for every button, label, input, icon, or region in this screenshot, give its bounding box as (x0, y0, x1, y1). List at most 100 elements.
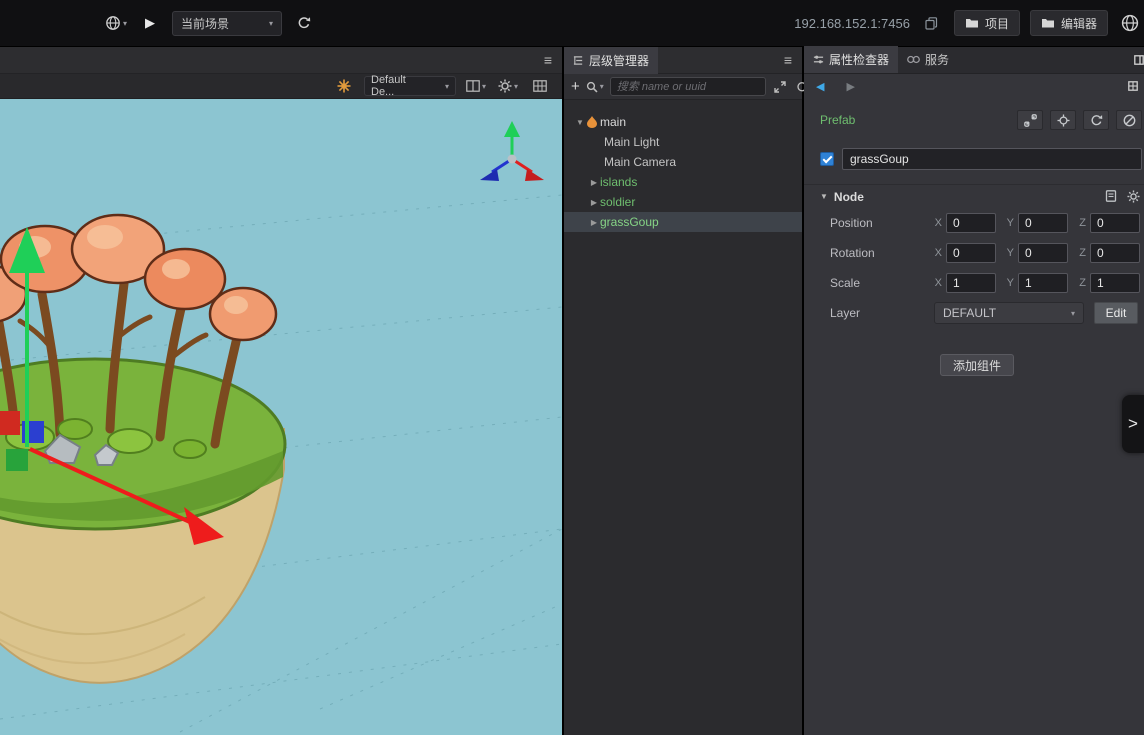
preview-play-button[interactable]: ▶ (138, 11, 162, 35)
node-name-input[interactable] (842, 148, 1142, 170)
refresh-icon (298, 17, 311, 29)
node-section-label: Node (833, 189, 864, 204)
copy-icon (925, 16, 938, 30)
tree-item-label: islands (600, 175, 638, 189)
inspector-extra-button[interactable] (1128, 81, 1138, 91)
caret-down-icon: ▾ (513, 81, 518, 91)
scene-camera-select[interactable]: Default De... ▾ (364, 74, 456, 98)
gear-icon[interactable] (1127, 190, 1140, 203)
view-layout-icon (466, 80, 480, 92)
collapse-arrow-icon[interactable]: ▼ (574, 118, 586, 127)
scale-z-input[interactable] (1090, 273, 1140, 293)
property-row-layer: Layer DEFAULT ▾ Edit (804, 298, 1144, 328)
tab-service[interactable]: 服务 (898, 46, 958, 73)
axis-z-label: Z (1079, 217, 1086, 229)
globe-icon (1121, 14, 1139, 32)
tree-item-main[interactable]: ▼ main (564, 112, 802, 132)
caret-down-icon: ▾ (444, 81, 449, 91)
layer-select[interactable]: DEFAULT ▾ (934, 302, 1084, 324)
axis-x-label: X (934, 247, 942, 259)
axis-y-label: Y (1006, 217, 1014, 229)
prefab-update-button[interactable] (1083, 110, 1109, 130)
collapse-arrow-icon[interactable]: ▶ (588, 218, 600, 227)
language-globe-button[interactable] (1118, 11, 1142, 35)
collapse-arrow-icon[interactable]: ▶ (588, 178, 600, 187)
preview-scene-select[interactable]: 当前场景 ▾ (172, 10, 282, 36)
grid-toggle-button[interactable] (528, 74, 552, 98)
history-forward-button[interactable]: ▶ (846, 80, 854, 93)
scale-x-input[interactable] (946, 273, 996, 293)
property-row-position: Position X Y Z (804, 208, 1144, 238)
rotation-x-input[interactable] (946, 243, 996, 263)
caret-down-icon: ▾ (1070, 308, 1075, 318)
sync-icon (1090, 114, 1102, 125)
service-icon (907, 55, 920, 64)
property-label: Scale (830, 276, 861, 290)
crosshair-icon (1057, 114, 1069, 126)
rotation-y-input[interactable] (1018, 243, 1068, 263)
prefab-unlink-button[interactable] (1017, 110, 1043, 130)
tree-item-main-camera[interactable]: Main Camera (564, 152, 802, 172)
platform-globe-button[interactable]: ▾ (104, 11, 128, 35)
hierarchy-panel-menu-icon[interactable]: ≡ (784, 52, 792, 68)
panel-layout-icon (1134, 55, 1144, 65)
inspector-icon (813, 55, 824, 64)
unlink-icon (1023, 113, 1037, 127)
tree-item-label: main (600, 115, 627, 129)
tree-item-main-light[interactable]: Main Light (564, 132, 802, 152)
rotation-z-input[interactable] (1090, 243, 1140, 263)
layer-edit-button[interactable]: Edit (1094, 302, 1138, 324)
service-tab-label: 服务 (925, 53, 950, 67)
panel-expand-handle[interactable]: > (1122, 395, 1144, 453)
view-layout-button[interactable]: ▾ (464, 74, 488, 98)
inspector-tab-label: 属性检查器 (829, 53, 890, 67)
tab-inspector[interactable]: 属性检查器 (804, 46, 899, 73)
property-label: Position (830, 216, 873, 230)
position-z-input[interactable] (1090, 213, 1140, 233)
inspector-nav: ◀ ▶ (804, 74, 1144, 98)
prefab-dissolve-button[interactable] (1116, 110, 1142, 130)
add-component-row: 添加组件 (804, 354, 1144, 376)
history-back-button[interactable]: ◀ (816, 80, 824, 93)
create-node-button[interactable]: + (571, 78, 580, 95)
expand-all-button[interactable] (772, 78, 788, 96)
position-x-input[interactable] (946, 213, 996, 233)
position-y-input[interactable] (1018, 213, 1068, 233)
expand-icon (774, 80, 786, 93)
tree-item-label: grassGoup (600, 215, 659, 229)
gizmo-settings-button[interactable] (332, 74, 356, 98)
scale-y-input[interactable] (1018, 273, 1068, 293)
node-section-header[interactable]: ▼ Node (804, 184, 1144, 208)
doc-icon[interactable] (1105, 190, 1117, 202)
preview-refresh-button[interactable] (292, 11, 316, 35)
tree-item-islands[interactable]: ▶ islands (564, 172, 802, 192)
tab-hierarchy[interactable]: 层级管理器 (564, 46, 659, 74)
open-editor-button[interactable]: 编辑器 (1029, 10, 1108, 36)
open-project-button[interactable]: 项目 (953, 10, 1020, 36)
collapse-arrow-icon[interactable]: ▼ (820, 192, 828, 201)
search-type-button[interactable]: ▾ (586, 78, 604, 96)
scene-panel-menu-icon[interactable]: ≡ (544, 52, 552, 68)
scene-canvas[interactable] (0, 99, 562, 733)
scene-camera-label: Default De... (371, 74, 406, 98)
add-component-button[interactable]: 添加组件 (940, 354, 1014, 376)
caret-down-icon: ▾ (268, 18, 273, 28)
scene-settings-button[interactable]: ▾ (496, 74, 520, 98)
inspector-panel: 属性检查器 服务 ◀ ▶ Prefab grassGoup ▼ Node Pos… (804, 46, 1144, 735)
tree-item-soldier[interactable]: ▶ soldier (564, 192, 802, 212)
axis-x-label: X (934, 217, 942, 229)
gear-icon (498, 79, 512, 93)
folder-icon (1041, 19, 1054, 28)
axis-y-label: Y (1006, 277, 1014, 289)
axis-x-label: X (934, 277, 942, 289)
axis-z-label: Z (1079, 277, 1086, 289)
scene-viewport[interactable] (0, 99, 562, 735)
chevron-right-icon: > (1128, 414, 1138, 433)
copy-address-button[interactable] (920, 11, 944, 35)
node-active-checkbox[interactable] (820, 152, 834, 166)
hierarchy-search-input[interactable] (609, 77, 766, 96)
prefab-locate-button[interactable] (1050, 110, 1076, 130)
tree-item-grassgoup[interactable]: ▶ grassGoup (564, 212, 802, 232)
collapse-arrow-icon[interactable]: ▶ (588, 198, 600, 207)
inspector-panel-menu-icon[interactable] (1134, 55, 1144, 65)
